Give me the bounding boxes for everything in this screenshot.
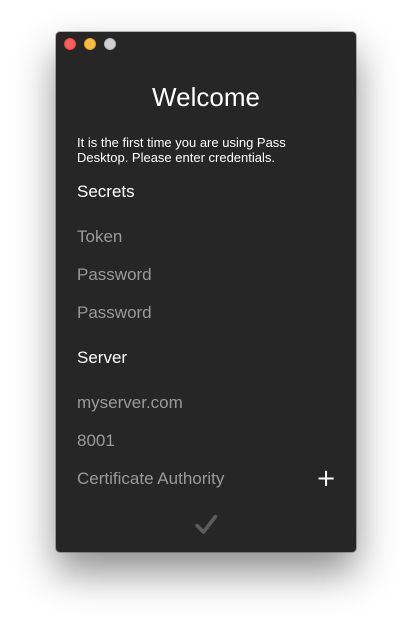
title-bar[interactable]: [56, 32, 356, 54]
server-port-input[interactable]: [70, 426, 340, 456]
page-title: Welcome: [152, 82, 260, 112]
checkmark-icon: [195, 514, 218, 534]
plus-icon: +: [315, 464, 337, 492]
submit-button[interactable]: [191, 510, 221, 540]
close-window-button[interactable]: [64, 38, 76, 50]
secrets-heading: Secrets: [77, 182, 135, 201]
token-input[interactable]: [70, 222, 340, 252]
server-heading: Server: [77, 348, 128, 367]
add-certificate-button[interactable]: +: [314, 466, 338, 490]
minimize-window-button[interactable]: [84, 38, 96, 50]
welcome-window: Welcome It is the first time you are usi…: [56, 32, 356, 552]
password-input[interactable]: [70, 260, 340, 290]
password-confirm-input[interactable]: [70, 298, 340, 328]
server-host-input[interactable]: [70, 388, 340, 418]
intro-text: It is the first time you are using Pass …: [77, 135, 286, 165]
zoom-window-button[interactable]: [104, 38, 116, 50]
certificate-authority-input[interactable]: [70, 464, 300, 494]
